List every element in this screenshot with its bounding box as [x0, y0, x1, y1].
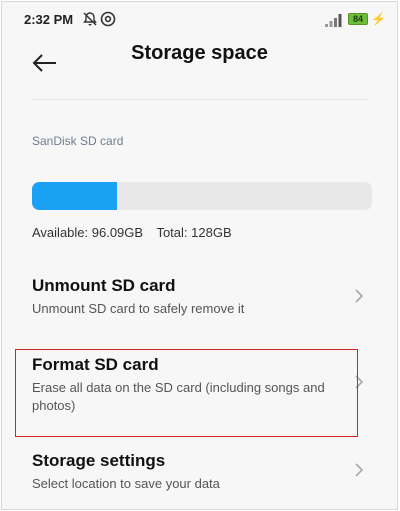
at-sign-icon	[100, 11, 116, 27]
sd-card-label: SanDisk SD card	[32, 134, 124, 148]
header-divider	[32, 99, 369, 100]
cell-signal-icon	[325, 14, 342, 27]
chevron-right-icon	[355, 289, 364, 303]
page-title: Storage space	[131, 42, 268, 64]
available-space: Available: 96.09GB	[32, 225, 144, 240]
chevron-right-icon	[355, 463, 364, 477]
storage-usage-fill	[32, 182, 117, 210]
storage-settings-option[interactable]: Storage settings Select location to save…	[2, 448, 397, 498]
option-title: Format SD card	[32, 355, 159, 374]
unmount-sd-card-option[interactable]: Unmount SD card Unmount SD card to safel…	[2, 272, 397, 336]
option-title: Storage settings	[32, 451, 166, 470]
screen-frame: 2:32 PM 84 ⚡ Storage space SanDisk SD ca…	[1, 1, 398, 510]
option-title: Unmount SD card	[32, 276, 176, 295]
option-subtitle: Erase all data on the SD card (including…	[32, 380, 325, 413]
status-time: 2:32 PM	[24, 12, 74, 27]
status-bar: 2:32 PM 84 ⚡	[2, 2, 397, 38]
app-header: Storage space	[2, 38, 397, 94]
storage-usage-bar	[32, 182, 372, 210]
charging-icon: ⚡	[371, 12, 386, 26]
battery-icon: 84	[348, 13, 368, 25]
storage-stats: Available: 96.09GB Total: 128GB	[32, 225, 242, 240]
notification-off-icon	[83, 12, 97, 26]
chevron-right-icon	[355, 375, 364, 389]
battery-level: 84	[352, 14, 363, 24]
option-subtitle: Unmount SD card to safely remove it	[32, 301, 245, 316]
format-sd-card-option[interactable]: Format SD card Erase all data on the SD …	[2, 352, 397, 432]
option-subtitle: Select location to save your data	[32, 476, 220, 491]
total-space: Total: 128GB	[156, 225, 232, 240]
